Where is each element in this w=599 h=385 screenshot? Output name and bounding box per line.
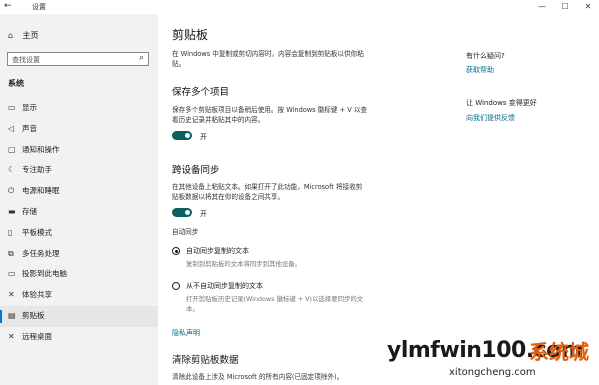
home-icon: ⌂: [8, 31, 14, 40]
power-icon: ⏻: [8, 186, 15, 196]
toggle-knob: [185, 133, 190, 138]
projecting-icon: ▭: [8, 269, 16, 279]
sync-desc-line: 在其他设备上粘贴文本。如果打开了此功能，Microsoft 将接收剪: [172, 183, 363, 191]
title-bar: ← 设置 — ☐ ✕: [0, 0, 599, 14]
auto-sync-option-label[interactable]: 自动同步复制的文本: [186, 246, 249, 256]
back-arrow-icon[interactable]: ←: [4, 1, 12, 11]
sidebar-section-title: 系统: [8, 79, 24, 88]
sidebar-item[interactable]: ✕ 远程桌面: [0, 327, 158, 348]
storage-icon: ▬: [8, 206, 16, 216]
sidebar-item-label: 显示: [22, 103, 37, 112]
minimize-button[interactable]: —: [531, 0, 553, 14]
remote-desktop-icon: ✕: [8, 331, 15, 341]
feedback-link[interactable]: 向我们提供反馈: [466, 113, 515, 123]
sidebar-item-label: 存储: [22, 206, 37, 216]
sync-description: 在其他设备上粘贴文本。如果打开了此功能，Microsoft 将接收剪 贴板数据以…: [172, 183, 442, 202]
manual-sync-desc-line: 本。: [186, 304, 199, 313]
sidebar-item[interactable]: ✕ 体验共享: [0, 285, 158, 306]
related-question: 有什么疑问?: [466, 52, 505, 60]
manual-sync-option-label[interactable]: 从不自动同步复制的文本: [186, 281, 263, 291]
multitasking-icon: ⧉: [8, 248, 14, 258]
get-help-link[interactable]: 获取帮助: [466, 65, 494, 75]
clear-description: 清除此设备上涉及 Microsoft 的所有内容(已固定项除外)。: [172, 373, 344, 381]
focus-assist-icon: ☾: [8, 165, 16, 175]
improve-windows-heading: 让 Windows 变得更好: [466, 99, 537, 107]
sidebar-item[interactable]: ▯ 平板模式: [0, 223, 158, 244]
sync-heading: 跨设备同步: [172, 165, 220, 176]
manual-sync-desc-line: 打开剪贴板历史记录(Windows 徽标键 + V)以选择要同步的文: [186, 295, 364, 303]
page-title: 剪贴板: [172, 28, 209, 42]
toggle-knob: [185, 210, 190, 215]
sidebar-item[interactable]: ▤ 剪贴板: [0, 305, 158, 327]
search-placeholder: 查找设置: [12, 56, 40, 64]
manual-sync-option-desc: 打开剪贴板历史记录(Windows 徽标键 + V)以选择要同步的文 本。: [186, 295, 446, 314]
sidebar-home[interactable]: ⌂ 主页: [8, 30, 39, 41]
watermark-logo: 系统城: [529, 340, 589, 364]
sidebar-item[interactable]: ☾ 专注助手: [0, 160, 158, 181]
settings-window: ← 设置 — ☐ ✕ ⌂ 主页 查找设置 ⌕ 系统 ▭ 显示 ◁ 声音 ▢ 通知和操作 ☾ 专…: [0, 0, 599, 385]
history-heading: 保存多个项目: [172, 87, 230, 98]
sidebar-item[interactable]: ◁ 声音: [0, 119, 158, 140]
auto-sync-radio[interactable]: [172, 247, 180, 255]
sidebar-item-label: 剪贴板: [22, 310, 45, 320]
maximize-button[interactable]: ☐: [554, 0, 576, 14]
history-description: 保存多个剪贴板项目以备稍后使用。按 Windows 徽标键 + V 以查 看历史…: [172, 106, 442, 125]
sidebar-item-label: 体验共享: [22, 290, 52, 300]
sync-toggle[interactable]: [172, 208, 192, 217]
history-desc-line: 保存多个剪贴板项目以备稍后使用。按 Windows 徽标键 + V 以查: [172, 106, 368, 114]
sync-desc-line: 贴板数据以将其在你的设备之间共享。: [172, 192, 285, 201]
intro-text: 在 Windows 中复制或剪切内容时，内容会复制到剪贴板以供你粘 贴。: [172, 50, 432, 69]
sidebar-item-label: 远程桌面: [22, 331, 52, 341]
privacy-statement-link[interactable]: 隐私声明: [172, 328, 200, 338]
search-input[interactable]: 查找设置 ⌕: [7, 52, 149, 66]
watermark-url: xitongcheng.com: [449, 367, 536, 378]
clear-heading: 清除剪贴板数据: [172, 355, 239, 366]
sync-toggle-label: 开: [200, 210, 207, 218]
clipboard-icon: ▤: [8, 310, 16, 320]
auto-sync-option-desc: 复制到剪贴板的文本将同步到其他设备。: [186, 260, 302, 268]
sidebar-item-label: 多任务处理: [22, 248, 60, 258]
history-toggle-label: 开: [200, 133, 207, 141]
close-button[interactable]: ✕: [577, 0, 599, 14]
sidebar-item[interactable]: ⏻ 电源和睡眠: [0, 181, 158, 202]
shared-experiences-icon: ✕: [8, 290, 15, 300]
sidebar-item-label: 声音: [22, 123, 37, 133]
search-icon[interactable]: ⌕: [139, 53, 144, 63]
window-title: 设置: [32, 3, 46, 11]
sidebar: ⌂ 主页 查找设置 ⌕ 系统 ▭ 显示 ◁ 声音 ▢ 通知和操作 ☾ 专注助手 ⏻ 电源和睡眠 ▬ 存…: [0, 14, 158, 385]
sidebar-item-label: 通知和操作: [22, 144, 60, 154]
sidebar-nav: ▭ 显示 ◁ 声音 ▢ 通知和操作 ☾ 专注助手 ⏻ 电源和睡眠 ▬ 存储 ▯ 平板模式 ⧉ 多任务处理 ▭ 投影…: [0, 98, 158, 348]
sidebar-item[interactable]: ▬ 存储: [0, 202, 158, 223]
intro-line: 贴。: [172, 59, 186, 68]
sidebar-item-label: 平板模式: [22, 227, 52, 237]
main-content: 剪贴板 在 Windows 中复制或剪切内容时，内容会复制到剪贴板以供你粘 贴。…: [158, 14, 599, 385]
home-label: 主页: [22, 31, 39, 40]
intro-line: 在 Windows 中复制或剪切内容时，内容会复制到剪贴板以供你粘: [172, 50, 364, 58]
display-icon: ▭: [8, 103, 16, 112]
tablet-icon: ▯: [8, 227, 13, 237]
sound-icon: ◁: [8, 123, 15, 133]
manual-sync-radio[interactable]: [172, 282, 180, 290]
sidebar-item[interactable]: ▭ 投影到此电脑: [0, 264, 158, 285]
sidebar-item-label: 专注助手: [22, 165, 52, 175]
sidebar-item[interactable]: ⧉ 多任务处理: [0, 244, 158, 265]
notifications-icon: ▢: [8, 144, 16, 154]
history-desc-line: 看历史记录并粘贴其中的内容。: [172, 115, 265, 124]
sidebar-item-label: 电源和睡眠: [22, 186, 60, 196]
history-toggle[interactable]: [172, 131, 192, 140]
auto-sync-label: 自动同步: [172, 228, 199, 236]
watermark: ylmfwin100.com 系统城 xitongcheng.com: [387, 336, 599, 385]
sidebar-item[interactable]: ▢ 通知和操作: [0, 140, 158, 161]
sidebar-item[interactable]: ▭ 显示: [0, 98, 158, 119]
sidebar-item-label: 投影到此电脑: [22, 269, 67, 279]
